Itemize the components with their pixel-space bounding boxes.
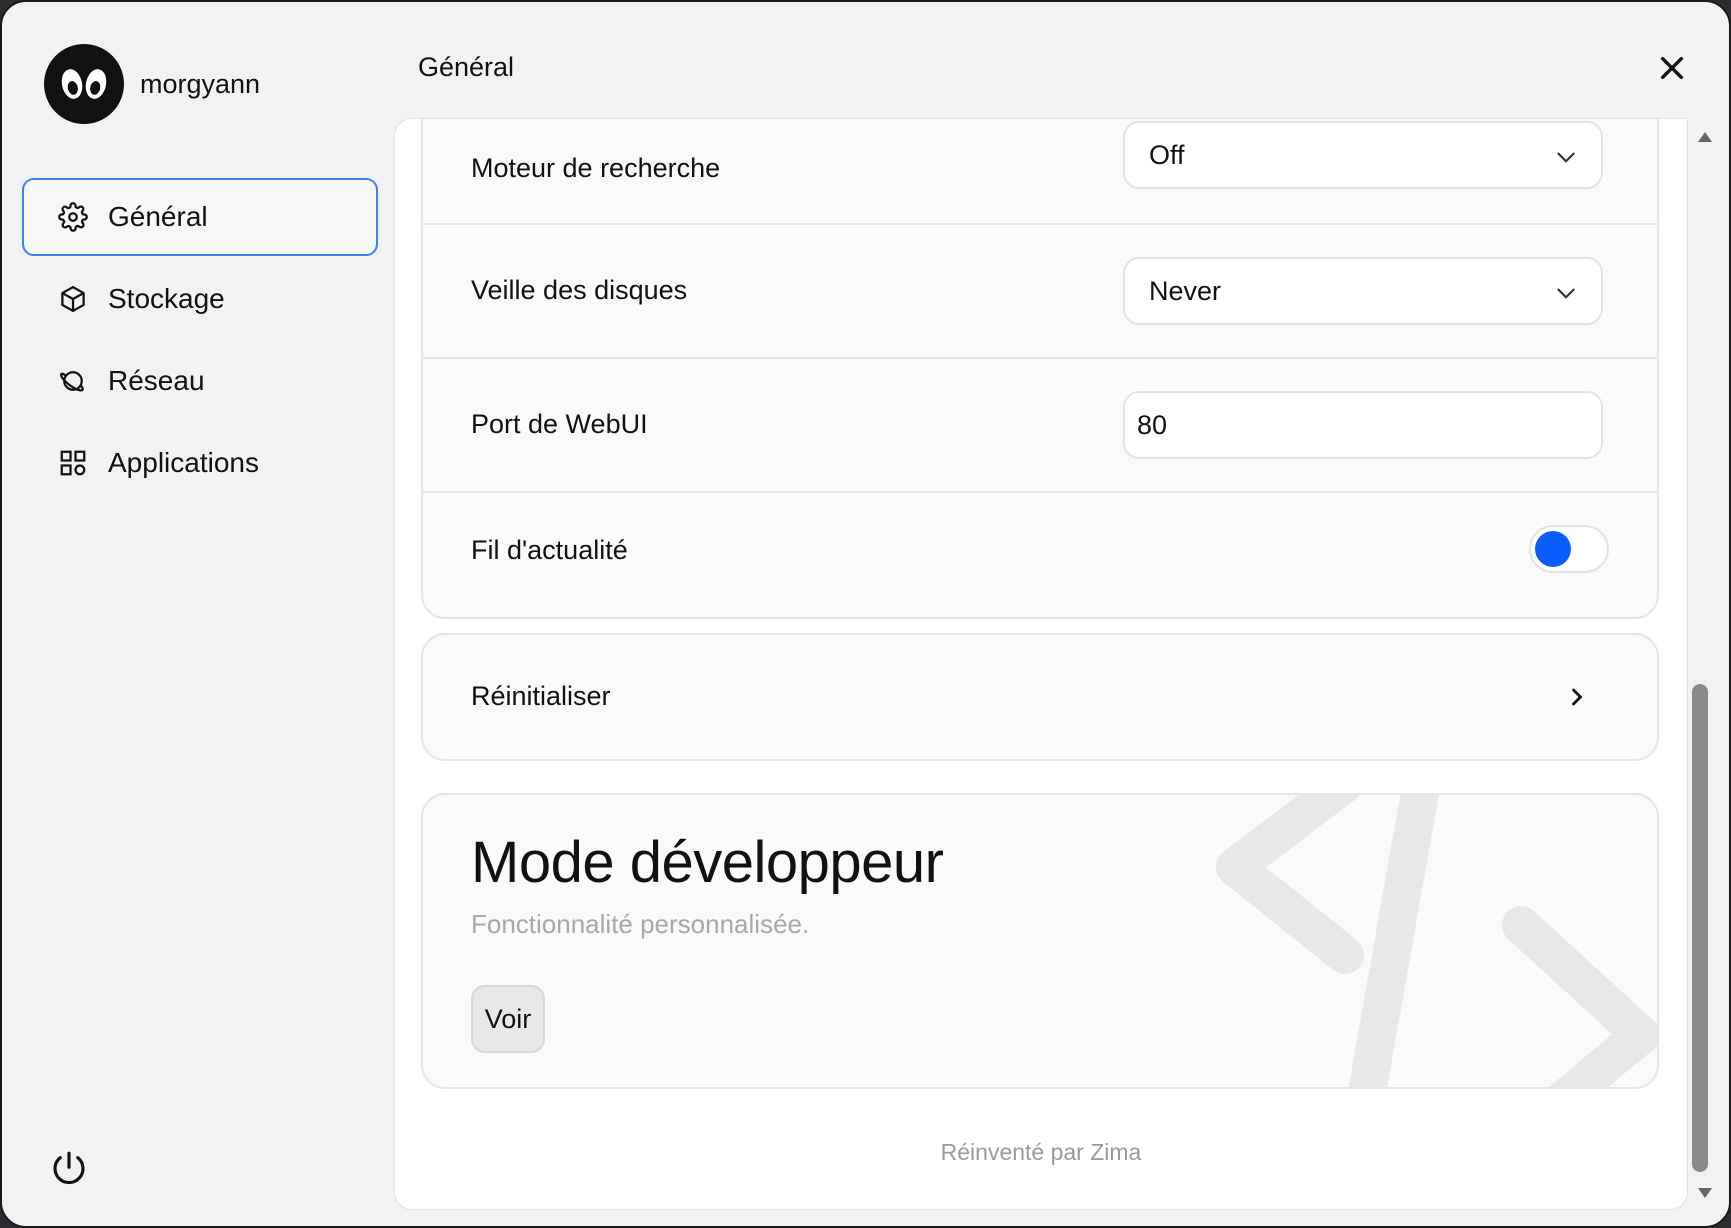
page-title: Général [418, 52, 515, 82]
sidebar-item-label: Général [108, 201, 208, 232]
developer-mode-card: Mode développeur Fonctionnalité personna… [421, 793, 1659, 1089]
reset-row[interactable]: Réinitialiser [421, 633, 1659, 761]
chevron-right-icon [1572, 688, 1583, 706]
settings-window: morgyann Général Stockage Réseau Applica… [0, 0, 1731, 1228]
scroll-up-arrow[interactable] [1698, 132, 1712, 142]
search-engine-select[interactable]: Off [1123, 121, 1603, 189]
sidebar-item-label: Stockage [108, 283, 225, 314]
developer-mode-title: Mode développeur [471, 830, 944, 895]
disk-sleep-label: Veille des disques [471, 275, 688, 305]
sidebar-item-label: Applications [108, 447, 259, 478]
disk-sleep-row: Veille des disques Never [423, 225, 1657, 359]
sidebar-nav: Général Stockage Réseau Applications [22, 178, 378, 506]
news-feed-label: Fil d'actualité [471, 535, 628, 565]
news-feed-toggle[interactable] [1529, 525, 1609, 573]
user-profile[interactable]: morgyann [44, 44, 260, 124]
disk-sleep-select[interactable]: Never [1123, 257, 1603, 325]
username: morgyann [140, 68, 261, 99]
news-feed-row: Fil d'actualité [423, 493, 1657, 621]
sidebar-item-network[interactable]: Réseau [22, 342, 378, 420]
webui-port-row: Port de WebUI [423, 359, 1657, 493]
gear-icon [58, 202, 88, 232]
power-icon[interactable] [48, 1148, 90, 1190]
search-engine-row: Moteur de recherche Off [423, 119, 1657, 225]
sidebar-item-label: Réseau [108, 365, 205, 396]
reset-label: Réinitialiser [471, 681, 611, 711]
general-settings-group: Moteur de recherche Off Veille des disqu… [421, 119, 1659, 621]
avatar-eye-left [59, 67, 85, 101]
sidebar-item-applications[interactable]: Applications [22, 424, 378, 502]
toggle-knob [1535, 531, 1571, 567]
scroll-down-arrow[interactable] [1698, 1188, 1712, 1198]
view-button[interactable]: Voir [471, 985, 545, 1053]
avatar[interactable] [44, 44, 124, 124]
developer-mode-subtitle: Fonctionnalité personnalisée. [471, 909, 810, 939]
chevron-down-icon [1557, 288, 1575, 299]
search-engine-label: Moteur de recherche [471, 153, 721, 183]
sidebar-item-storage[interactable]: Stockage [22, 260, 378, 338]
code-brackets-icon [1216, 795, 1657, 1087]
scrollbar-thumb[interactable] [1692, 684, 1708, 1172]
settings-panel: Moteur de recherche Off Veille des disqu… [394, 118, 1688, 1210]
footer-text: Réinventé par Zima [940, 1139, 1142, 1165]
close-icon[interactable] [1656, 52, 1688, 84]
webui-port-input[interactable] [1123, 391, 1603, 459]
disk-sleep-value: Never [1149, 275, 1222, 306]
cube-icon [61, 286, 85, 312]
chevron-down-icon [1557, 152, 1575, 163]
planet-icon [59, 371, 84, 392]
avatar-eye-right [83, 67, 109, 101]
sidebar-item-general[interactable]: Général [22, 178, 378, 256]
search-engine-value: Off [1149, 139, 1185, 170]
grid-icon [60, 450, 86, 476]
webui-port-label: Port de WebUI [471, 409, 648, 439]
sidebar: morgyann Général Stockage Réseau Applica… [2, 2, 394, 1226]
